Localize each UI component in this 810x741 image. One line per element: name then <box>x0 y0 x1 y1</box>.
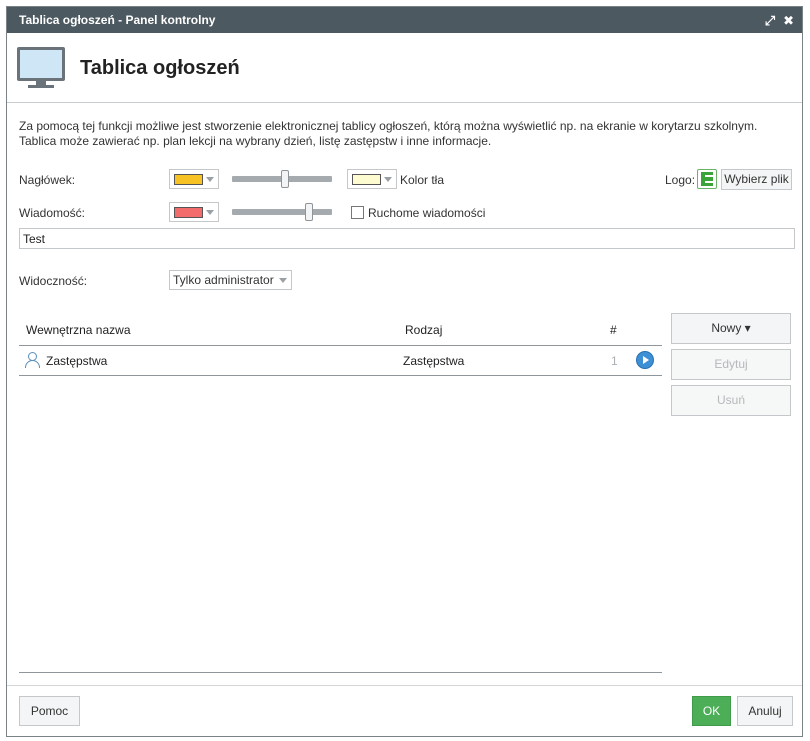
title-bar: Tablica ogłoszeń - Panel kontrolny ⤢ ✖ <box>7 7 802 33</box>
chevron-down-icon <box>384 177 392 182</box>
message-color-swatch <box>174 207 203 218</box>
boards-table: Wewnętrzna nazwa Rodzaj # Zastępstwa Zas… <box>19 313 662 673</box>
message-opacity-slider[interactable] <box>232 202 332 222</box>
slider-thumb[interactable] <box>281 170 289 188</box>
help-button[interactable]: Pomoc <box>19 696 80 726</box>
background-color-picker[interactable] <box>347 169 397 189</box>
window-title: Tablica ogłoszeń - Panel kontrolny <box>19 13 216 27</box>
user-icon <box>25 352 40 368</box>
page-title: Tablica ogłoszeń <box>80 57 240 79</box>
window-controls: ⤢ ✖ <box>765 7 794 33</box>
description-text: Za pomocą tej funkcji możliwe jest stwor… <box>19 119 758 148</box>
header-label: Nagłówek: <box>19 173 76 187</box>
slider-thumb[interactable] <box>305 203 313 221</box>
header-color-swatch <box>174 174 203 185</box>
message-color-picker[interactable] <box>169 202 219 222</box>
header-opacity-slider[interactable] <box>232 169 332 189</box>
edit-button[interactable]: Edytuj <box>671 349 791 380</box>
footer-divider <box>7 685 802 686</box>
chevron-down-icon <box>206 177 214 182</box>
choose-file-button[interactable]: Wybierz plik <box>721 169 792 190</box>
row-name: Zastępstwa <box>46 354 108 368</box>
chevron-down-icon <box>279 278 287 283</box>
moving-messages-checkbox[interactable] <box>351 206 364 219</box>
new-button[interactable]: Nowy ▾ <box>671 313 791 344</box>
row-type: Zastępstwa <box>403 354 465 368</box>
logo-label: Logo: <box>665 173 696 187</box>
row-count: 1 <box>611 354 618 368</box>
visibility-label: Widoczność: <box>19 274 88 288</box>
table-header: Wewnętrzna nazwa Rodzaj # <box>19 313 662 346</box>
table-row[interactable]: Zastępstwa Zastępstwa 1 <box>19 346 662 376</box>
play-icon[interactable] <box>636 351 654 369</box>
close-icon[interactable]: ✖ <box>783 14 794 27</box>
monitor-icon <box>17 47 65 89</box>
column-header-type[interactable]: Rodzaj <box>405 323 442 337</box>
message-label: Wiadomość: <box>19 206 86 220</box>
background-color-label: Kolor tła <box>400 173 445 187</box>
column-header-count[interactable]: # <box>610 323 617 337</box>
dialog-header: Tablica ogłoszeń <box>7 33 802 103</box>
delete-button[interactable]: Usuń <box>671 385 791 416</box>
header-color-picker[interactable] <box>169 169 219 189</box>
ok-button[interactable]: OK <box>692 696 731 726</box>
background-color-swatch <box>352 174 381 185</box>
visibility-value: Tylko administrator <box>173 273 274 287</box>
column-header-name[interactable]: Wewnętrzna nazwa <box>26 323 131 337</box>
moving-messages-label: Ruchome wiadomości <box>368 206 486 220</box>
visibility-select[interactable]: Tylko administrator <box>169 270 292 290</box>
chevron-down-icon <box>206 210 214 215</box>
dialog-window: Tablica ogłoszeń - Panel kontrolny ⤢ ✖ T… <box>6 6 803 737</box>
logo-preview-icon <box>697 169 717 189</box>
message-text-input[interactable] <box>19 228 795 249</box>
cancel-button[interactable]: Anuluj <box>737 696 793 726</box>
maximize-icon[interactable]: ⤢ <box>765 14 775 27</box>
